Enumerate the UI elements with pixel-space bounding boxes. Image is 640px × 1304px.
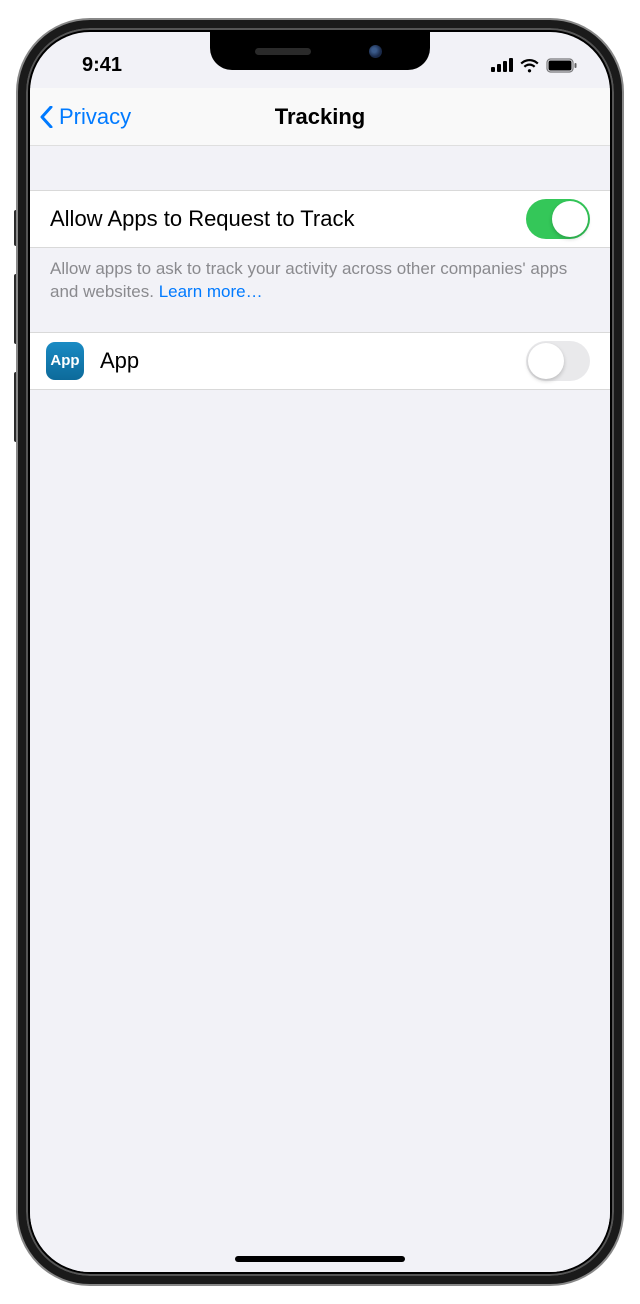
status-icons: [491, 58, 578, 73]
allow-tracking-label: Allow Apps to Request to Track: [50, 206, 355, 232]
footer-description: Allow apps to ask to track your activity…: [50, 259, 567, 301]
navigation-bar: Privacy Tracking: [30, 88, 610, 146]
toggle-knob: [528, 343, 564, 379]
phone-screen: 9:41 Privacy Tracking Allow Apps to Requ…: [30, 32, 610, 1272]
front-camera: [369, 45, 382, 58]
wifi-icon: [519, 58, 540, 73]
cellular-icon: [491, 58, 513, 72]
speaker-grille: [255, 48, 311, 55]
phone-frame: 9:41 Privacy Tracking Allow Apps to Requ…: [18, 20, 622, 1284]
notch: [210, 32, 430, 70]
status-time: 9:41: [82, 54, 122, 77]
home-indicator[interactable]: [235, 1256, 405, 1262]
toggle-knob: [552, 201, 588, 237]
app-tracking-row: App App: [30, 332, 610, 390]
section-footer: Allow apps to ask to track your activity…: [30, 248, 610, 314]
app-icon: App: [46, 342, 84, 380]
back-label: Privacy: [59, 104, 131, 130]
learn-more-link[interactable]: Learn more…: [159, 282, 263, 301]
page-title: Tracking: [275, 104, 365, 130]
chevron-left-icon: [40, 106, 53, 128]
battery-icon: [546, 58, 578, 73]
allow-tracking-row: Allow Apps to Request to Track: [30, 190, 610, 248]
content-area: Allow Apps to Request to Track Allow app…: [30, 146, 610, 1272]
app-name-label: App: [100, 348, 139, 374]
app-tracking-toggle[interactable]: [526, 341, 590, 381]
back-button[interactable]: Privacy: [40, 104, 131, 130]
allow-tracking-toggle[interactable]: [526, 199, 590, 239]
